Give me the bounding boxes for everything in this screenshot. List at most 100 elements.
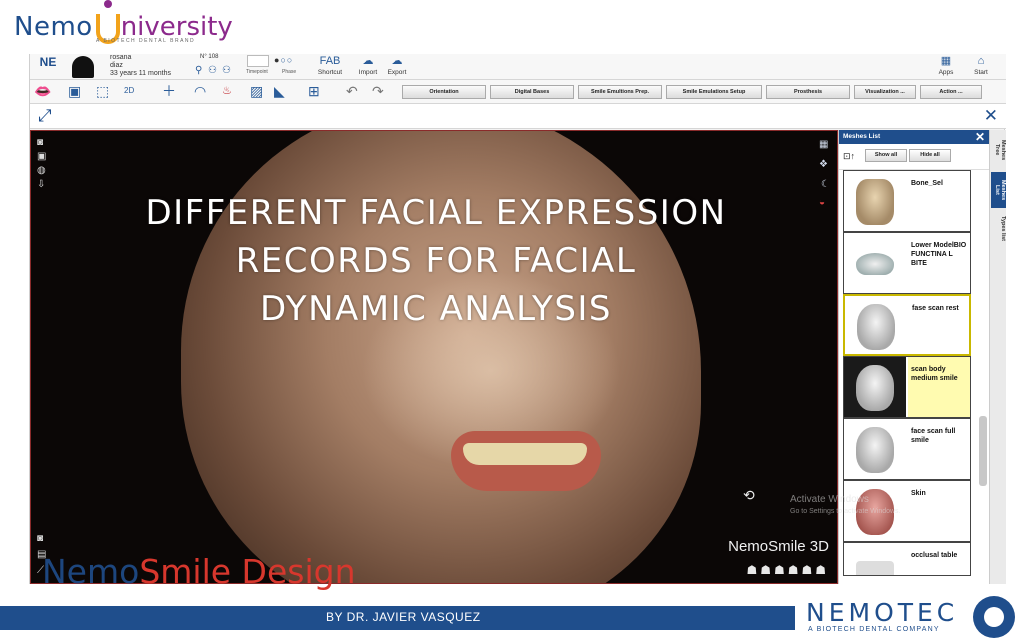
hide-all-button[interactable]: Hide all — [909, 149, 951, 162]
meshes-close-icon[interactable]: ✕ — [975, 130, 985, 144]
teeth-view-icon[interactable]: ❖ — [819, 159, 828, 170]
mesh-thumbnail — [844, 543, 906, 575]
overlay-line-1: DIFFERENT FACIAL EXPRESSION — [145, 193, 727, 233]
meshes-list-title: Meshes List — [843, 133, 881, 140]
mesh-label: fase scan rest — [912, 305, 959, 312]
timepoint-selector[interactable] — [247, 55, 269, 67]
mesh-item-face-scan-rest[interactable]: fase scan rest — [843, 294, 971, 356]
overlay-line-3: DYNAMIC ANALYSIS — [259, 289, 613, 329]
tab-meshes-list[interactable]: Meshes List — [991, 172, 1006, 208]
phase-selector[interactable]: ●○○ — [274, 55, 293, 65]
fab-icon: FAB — [319, 55, 341, 67]
globe-icon[interactable]: ◍ — [37, 165, 46, 176]
mesh-label: scan body medium smile — [908, 357, 970, 417]
mesh-item-bone[interactable]: Bone_Sel — [843, 170, 971, 232]
select-sort-icon[interactable]: ⊡↑ — [843, 151, 855, 162]
view-orientation-icons[interactable]: ☗☗☗☗☗☗ — [746, 563, 829, 577]
frame-icon[interactable]: ⬚ — [96, 82, 109, 100]
nemotec-logo-text: NEMOTEC — [806, 598, 959, 627]
expand-icon[interactable]: ⤢ — [38, 107, 52, 125]
mesh-thumbnail — [844, 233, 906, 293]
mesh-item-occlusal-table[interactable]: occlusal table — [843, 542, 971, 576]
patient-age: 33 years 11 months — [110, 70, 171, 77]
mesh-item-scan-body-medium-smile[interactable]: scan body medium smile — [843, 356, 971, 418]
start-label: Start — [974, 69, 988, 76]
menu-orientation[interactable]: Orientation — [402, 85, 486, 99]
nemotec-circle-icon — [973, 596, 1015, 638]
ne-logo[interactable]: NE — [36, 56, 60, 78]
cube-grid-icon[interactable]: ▦ — [819, 139, 828, 150]
patient-avatar[interactable] — [72, 56, 94, 78]
side-tabs: Meshes Tree Meshes List Types list — [989, 130, 1006, 584]
3d-viewport[interactable]: ◙ ▣ ◍ ⇩ ◙ ▤ ⟋ ▦ ❖ ☾ ◒ DIFFERENT FACIAL E… — [30, 130, 838, 584]
phase-label: Phase — [282, 69, 297, 75]
menu-digital-bases[interactable]: Digital Bases — [490, 85, 574, 99]
face-profile-icon[interactable]: ◣ — [274, 82, 285, 100]
lips-icon[interactable]: 👄 — [34, 82, 51, 100]
lips-view-icon[interactable]: ◒ — [819, 197, 825, 208]
patient-initials: NE — [39, 55, 57, 69]
shortcut-button[interactable]: FAB Shortcut — [314, 54, 346, 80]
patient-link-icon[interactable]: ⚇ — [222, 65, 231, 76]
cloud-import-icon: ☁ — [362, 55, 374, 67]
import-button[interactable]: ☁ Import — [353, 54, 383, 80]
menu-smile-emulations-prep[interactable]: Smile Emultions Prep. — [578, 85, 662, 99]
undo-icon[interactable]: ↶ — [346, 82, 358, 100]
gallery-icon[interactable]: ▣ — [37, 151, 46, 162]
arch-view-icon[interactable]: ☾ — [821, 179, 830, 190]
show-all-button[interactable]: Show all — [865, 149, 907, 162]
nemosmile-design-logo: NemoSmile Design — [42, 552, 356, 591]
menu-smile-emulations-setup[interactable]: Smile Emulations Setup — [666, 85, 762, 99]
two-d-icon[interactable]: 2D — [124, 82, 134, 100]
meshes-scrollbar[interactable] — [979, 416, 987, 486]
save-icon[interactable]: ▣ — [68, 82, 81, 100]
patient-group-icon[interactable]: ⚇ — [208, 65, 217, 76]
mesh-label: occlusal table — [911, 552, 958, 559]
timepoint-label: Timepoint — [246, 69, 268, 75]
crosshair-icon[interactable]: ＋ — [162, 82, 176, 100]
top-toolbar: NE rosana diaz 33 years 11 months N° 108… — [30, 54, 1006, 80]
import-label: Import — [358, 69, 378, 76]
start-button[interactable]: ⌂ Start — [967, 54, 995, 80]
mesh-thumbnail — [844, 171, 906, 231]
nemosmile-logo-part2: Smile Design — [139, 552, 356, 591]
meshes-list: Bone_Sel Lower ModelBIO FUNCTINA L BITE … — [843, 170, 971, 576]
tab-types-list[interactable]: Types list — [991, 212, 1006, 244]
home-icon: ⌂ — [977, 55, 985, 67]
download-icon[interactable]: ⇩ — [37, 179, 45, 190]
tab-meshes-tree[interactable]: Meshes Tree — [991, 132, 1006, 168]
nemosmile-3d-watermark: NemoSmile 3D — [728, 538, 829, 555]
teeth-render — [463, 443, 587, 465]
cloud-export-icon: ☁ — [391, 55, 403, 67]
menu-prosthesis[interactable]: Prosthesis — [766, 85, 850, 99]
mesh-thumbnail — [845, 296, 907, 354]
redo-icon[interactable]: ↷ — [372, 82, 384, 100]
view-toolbar: ⤢ ✕ — [30, 104, 1006, 129]
bone-thumb-shape — [856, 179, 894, 225]
arch-icon[interactable]: ◠ — [194, 82, 206, 100]
snapshot-icon[interactable]: ◙ — [37, 533, 43, 544]
export-button[interactable]: ☁ Export — [382, 54, 412, 80]
menu-visualization[interactable]: Visualization ... — [854, 85, 916, 99]
mesh-item-face-scan-full-smile[interactable]: face scan full smile — [843, 418, 971, 480]
close-icon[interactable]: ✕ — [984, 106, 998, 126]
rotate-cursor-icon: ⟲ — [743, 487, 755, 503]
image-icon[interactable]: ▨ — [250, 82, 263, 100]
mesh-label: Lower ModelBIO FUNCTINA L BITE — [911, 242, 967, 267]
tooth-icon[interactable]: ♨ — [222, 82, 232, 100]
author-credit: BY DR. JAVIER VASQUEZ — [326, 610, 481, 624]
nemosmile-logo-part1: Nemo — [42, 552, 140, 591]
apps-button[interactable]: ▦ Apps — [932, 54, 960, 80]
meshes-list-panel: Meshes List ✕ ⊡↑ Show all Hide all Bone_… — [838, 130, 989, 584]
patient-last-name: diaz — [110, 62, 123, 69]
grid-layout-icon[interactable]: ⊞ — [308, 82, 320, 100]
menu-action[interactable]: Action ... — [920, 85, 982, 99]
search-patient-icon[interactable]: ⚲ — [195, 65, 202, 76]
patient-first-name: rosana — [110, 54, 132, 61]
meshes-list-header: Meshes List ✕ — [839, 130, 989, 144]
apps-grid-icon: ▦ — [940, 55, 952, 67]
activate-windows-title: Activate Windows — [790, 494, 869, 505]
camera-icon[interactable]: ◙ — [37, 137, 43, 148]
nemotec-tagline: A BIOTECH DENTAL COMPANY — [808, 626, 940, 633]
mesh-item-lower-model[interactable]: Lower ModelBIO FUNCTINA L BITE — [843, 232, 971, 294]
